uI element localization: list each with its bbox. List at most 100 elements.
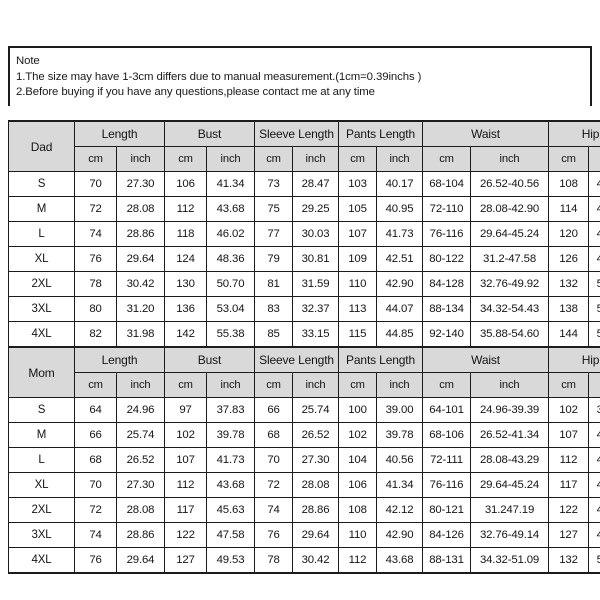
cell-value: 29.64 — [116, 246, 165, 272]
cell-value: 73 — [254, 171, 294, 197]
cell-value: 70 — [74, 472, 117, 498]
cell-value: 46.02 — [205, 221, 256, 247]
table-row: L 74 28.86 118 46.02 77 30.03 107 41.73 76-116 29.… — [8, 221, 600, 247]
cell-value: 42.90 — [376, 271, 424, 297]
cell-value: 104 — [338, 447, 378, 473]
cell-value: 31.2-47.58 — [470, 246, 550, 272]
cell-value: 76-116 — [422, 221, 472, 247]
cell-value: 108 — [338, 497, 378, 523]
cell-value: 103 — [338, 171, 378, 197]
cell-value: 31.59 — [292, 271, 340, 297]
group-header-waist: Waist — [422, 120, 550, 147]
cell-value: 66 — [254, 397, 294, 423]
cell-value: 85 — [254, 321, 294, 348]
cell-value: 102 — [548, 397, 590, 423]
cell-value: 39.00 — [376, 397, 424, 423]
cell-value: 118 — [164, 221, 207, 247]
cell-value: 136 — [164, 296, 207, 322]
cell-value: 28.86 — [116, 522, 165, 548]
cell-value: 88-131 — [422, 547, 472, 574]
cell-value: 28.86 — [292, 497, 340, 523]
cell-value: 29.64-45.24 — [470, 472, 550, 498]
group-header-pants-length: Pants Length — [338, 120, 424, 147]
cell-value: 31.20 — [116, 296, 165, 322]
size-label-mom-4xl: 4XL — [8, 547, 75, 574]
cell-value: 127 — [164, 547, 207, 574]
unit-header-cm: cm — [164, 372, 207, 398]
unit-header-cm: cm — [74, 372, 117, 398]
cell-value: 43.68 — [205, 196, 256, 222]
size-label-mom-l: L — [8, 447, 75, 473]
cell-value: 72 — [74, 196, 117, 222]
table-row: 2XL 72 28.08 117 45.63 74 28.86 108 42.12 80-121 3… — [8, 497, 600, 523]
cell-value: 80-122 — [422, 246, 472, 272]
cell-value: 122 — [164, 522, 207, 548]
cell-value: 132 — [548, 271, 590, 297]
cell-value: 107 — [338, 221, 378, 247]
cell-value: 47.58 — [205, 522, 256, 548]
unit-header-inch: inch — [588, 372, 600, 398]
table-row: 4XL 76 29.64 127 49.53 78 30.42 112 43.68 88-131 3… — [8, 547, 600, 574]
cell-value: 25.74 — [292, 397, 340, 423]
unit-header-cm: cm — [74, 146, 117, 172]
size-label-dad-l: L — [8, 221, 75, 247]
cell-value: 68-106 — [422, 422, 472, 448]
cell-value: 27.30 — [116, 472, 165, 498]
cell-value: 42.12 — [376, 497, 424, 523]
cell-value: 30.81 — [292, 246, 340, 272]
cell-value: 82 — [74, 321, 117, 348]
group-header-hip: Hip — [548, 346, 600, 373]
size-chart-sheet: Note 1.The size may have 1-3cm differs d… — [0, 0, 600, 600]
cell-value: 44.46 — [588, 196, 600, 222]
cell-value: 53.82 — [588, 296, 600, 322]
table-row: XL 70 27.30 112 43.68 72 28.08 106 41.34 76-116 29… — [8, 472, 600, 498]
group-header-sleeve-length: Sleeve Length — [254, 120, 340, 147]
unit-header-inch: inch — [205, 372, 256, 398]
corner-label-mom: Mom — [8, 346, 75, 398]
group-header-hip: Hip — [548, 120, 600, 147]
cell-value: 70 — [74, 171, 117, 197]
cell-value: 28.47 — [292, 171, 340, 197]
unit-header-inch: inch — [116, 372, 165, 398]
cell-value: 76 — [74, 547, 117, 574]
table-row: 2XL 78 30.42 130 50.70 81 31.59 110 42.90 84-128 3… — [8, 271, 600, 297]
cell-value: 113 — [338, 296, 378, 322]
cell-value: 46.80 — [588, 221, 600, 247]
cell-value: 112 — [338, 547, 378, 574]
cell-value: 43.68 — [588, 447, 600, 473]
size-label-mom-2xl: 2XL — [8, 497, 75, 523]
cell-value: 26.52-40.56 — [470, 171, 550, 197]
cell-value: 97 — [164, 397, 207, 423]
size-label-mom-s: S — [8, 397, 75, 423]
cell-value: 28.08 — [116, 497, 165, 523]
note-title: Note — [16, 55, 40, 67]
size-label-dad-3xl: 3XL — [8, 296, 75, 322]
size-label-mom-m: M — [8, 422, 75, 448]
cell-value: 124 — [164, 246, 207, 272]
unit-header-cm: cm — [338, 372, 378, 398]
cell-value: 92-140 — [422, 321, 472, 348]
group-header-sleeve-length: Sleeve Length — [254, 346, 340, 373]
table-row: S 64 24.96 97 37.83 66 25.74 100 39.00 64-101 24.9… — [8, 397, 600, 423]
cell-value: 49.14 — [588, 246, 600, 272]
cell-value: 115 — [338, 321, 378, 348]
cell-value: 39.78 — [205, 422, 256, 448]
cell-value: 72-111 — [422, 447, 472, 473]
cell-value: 114 — [548, 196, 590, 222]
cell-value: 144 — [548, 321, 590, 348]
cell-value: 28.86 — [116, 221, 165, 247]
cell-value: 31.247.19 — [470, 497, 550, 523]
cell-value: 76 — [254, 522, 294, 548]
table-row: 3XL 74 28.86 122 47.58 76 29.64 110 42.90 84-126 3… — [8, 522, 600, 548]
cell-value: 117 — [548, 472, 590, 498]
size-label-dad-2xl: 2XL — [8, 271, 75, 297]
unit-header-inch: inch — [205, 146, 256, 172]
cell-value: 34.32-51.09 — [470, 547, 550, 574]
cell-value: 49.53 — [205, 547, 256, 574]
cell-value: 35.88-54.60 — [470, 321, 550, 348]
cell-value: 66 — [74, 422, 117, 448]
unit-header-row-mom: cminchcminchcminchcminchcminchcminch — [9, 372, 600, 398]
cell-value: 26.52 — [292, 422, 340, 448]
cell-value: 29.64 — [116, 547, 165, 574]
group-header-row-mom: Mom Length Bust Sleeve Length Pants Length Wa… — [8, 346, 600, 398]
